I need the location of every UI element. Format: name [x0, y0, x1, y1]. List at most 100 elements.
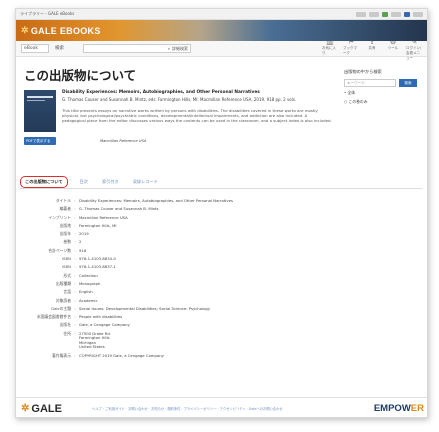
footer: ✲ GALE ヘルプ・ご利用ガイド · お問い合わせ · お知らせ · 規約条件…: [16, 397, 427, 417]
main-content: この出版物について PDFで表示する Disability Experience…: [16, 57, 427, 417]
book-info: Disability Experiences: Memoirs, Autobio…: [62, 90, 332, 123]
detail-separator: :: [74, 305, 76, 311]
detail-value: Farmington Hills, MI: [79, 222, 117, 228]
detail-key: 巻数: [63, 239, 71, 245]
publication-tabs: この出版物について 目次 索引付き 収録レコード: [20, 175, 422, 189]
detail-row: 出版社: Gale, a Cengage Company: [16, 321, 421, 329]
detail-separator: :: [74, 247, 76, 253]
publisher-logo: Macmillan Reference USA: [100, 139, 147, 143]
detail-row: Galeの主題: Social Issues: Developmental Dis…: [16, 305, 421, 313]
gale-header: ✲ GALE EBOOKS: [16, 20, 427, 41]
nav-label: お気に入り: [322, 45, 336, 55]
browser-tool[interactable]: [404, 11, 410, 17]
detail-separator: :: [74, 280, 76, 286]
detail-key: 出版社: [59, 322, 71, 328]
detail-value: 2: [79, 239, 82, 245]
detail-key: 著作権表示: [52, 352, 71, 358]
browser-tool[interactable]: [356, 11, 366, 17]
detail-row: 出版種類: Monograph: [16, 280, 421, 288]
book-cover-image[interactable]: [24, 90, 56, 132]
browser-url[interactable]: ライブラリー - GALE eBooks: [20, 11, 350, 17]
detail-key: タイトル: [55, 198, 71, 203]
detail-separator: :: [74, 289, 76, 295]
search-input[interactable]: ⌕ 詳細検索: [83, 44, 191, 53]
tab-index[interactable]: 索引付き: [100, 179, 121, 185]
detail-key: ISBN: [62, 256, 71, 262]
search-within-publication: 出版物の中から検索 キーワード 検索 • 全体 ○ この巻のみ: [344, 69, 420, 105]
gale-logo-text: GALE EBOOKS: [30, 25, 101, 36]
detail-row: タイトル: Disability Experiences: Memoirs, Au…: [16, 197, 421, 205]
advanced-search-link[interactable]: 詳細検索: [172, 46, 188, 52]
cover-subtitle-bar: [27, 100, 45, 101]
browser-tool[interactable]: [369, 11, 379, 17]
search-within-input[interactable]: キーワード: [344, 79, 396, 87]
tab-contents[interactable]: 目次: [78, 179, 90, 185]
detail-key: 対象読者: [55, 297, 71, 303]
detail-key: Galeの主題: [50, 305, 71, 311]
gale-mark-icon: ✲: [21, 403, 30, 414]
search-scope-select[interactable]: eBook: [21, 44, 49, 53]
detail-key: ISBN: [62, 264, 71, 270]
detail-value: 978-1-4103-8834-0: [79, 256, 116, 262]
app-window: ライブラリー - GALE eBooks ✲ GALE EBOOKS eBook…: [15, 8, 428, 418]
detail-value: Collection: [79, 272, 98, 278]
book-meta: G. Thomas Couser and Susannah B. Mintz, …: [62, 96, 297, 102]
detail-row: 出版年:2019: [16, 230, 421, 238]
empower-logo: EMPOWER: [374, 403, 424, 414]
page-title: この出版物について: [24, 68, 137, 83]
nav-label: ブックマーク: [343, 45, 357, 55]
detail-separator: :: [74, 214, 76, 220]
detail-key: 出版年: [59, 231, 71, 237]
detail-separator: :: [74, 352, 76, 358]
search-within-option-all[interactable]: • 全体: [344, 90, 420, 96]
detail-key: 出版地: [59, 222, 71, 228]
browser-tool[interactable]: [413, 11, 423, 17]
detail-value: Macmillan Reference USA: [79, 214, 128, 220]
detail-separator: :: [74, 322, 76, 328]
detail-row: 巻数:2: [16, 238, 421, 246]
detail-row: 編著者: G. Thomas Couser and Susannah B. Min…: [16, 205, 421, 213]
browser-tool[interactable]: [391, 11, 401, 17]
detail-row: 著作権表示: COPYRIGHT 2019 Gale, a Cengage Com…: [16, 352, 421, 360]
footer-gale-logo[interactable]: ✲ GALE: [21, 403, 62, 415]
empower-accent: ER: [410, 403, 424, 414]
detail-value: Academic: [79, 297, 98, 303]
detail-row: 米国議会図書館件名: People with disabilities: [16, 313, 421, 321]
search-mode-label[interactable]: 検索: [55, 44, 77, 53]
detail-separator: :: [74, 314, 76, 320]
detail-value: Monograph: [79, 280, 101, 286]
search-within-button[interactable]: 検索: [399, 79, 417, 87]
detail-row: 合計ページ数:918: [16, 247, 421, 255]
tab-about[interactable]: この出版物について: [20, 175, 68, 188]
detail-row: ISBN:978-1-4103-8834-0: [16, 255, 421, 263]
detail-value: G. Thomas Couser and Susannah B. Mintz: [79, 206, 159, 212]
detail-separator: :: [74, 330, 76, 336]
detail-separator: :: [74, 272, 76, 278]
nav-label: 共有: [368, 45, 376, 50]
detail-value: Gale, a Cengage Company: [79, 322, 130, 328]
detail-row: インプリント: Macmillan Reference USA: [16, 214, 421, 222]
detail-row: 対象読者: Academic: [16, 297, 421, 305]
view-pdf-button[interactable]: PDFで表示する: [24, 137, 56, 145]
browser-tool[interactable]: [382, 11, 388, 17]
cover-title-bar: [27, 96, 53, 98]
detail-key: 合計ページ数: [48, 247, 71, 253]
gale-ebooks-logo[interactable]: ✲ GALE EBOOKS: [21, 25, 101, 36]
browser-bar: ライブラリー - GALE eBooks: [16, 9, 427, 20]
search-icon[interactable]: ⌕: [168, 46, 170, 51]
detail-row: 言語: English: [16, 288, 421, 296]
detail-value: COPYRIGHT 2019 Gale, a Cengage Company: [79, 352, 164, 358]
detail-value: People with disabilities: [79, 314, 123, 320]
book-title: Disability Experiences: Memoirs, Autobio…: [62, 90, 260, 95]
publication-details: タイトル: Disability Experiences: Memoirs, Au…: [16, 197, 421, 360]
detail-key: 出版種類: [55, 280, 71, 286]
detail-key: 言語: [63, 289, 71, 295]
detail-separator: :: [74, 231, 76, 237]
footer-links[interactable]: ヘルプ・ご利用ガイド · お問い合わせ · お知らせ · 規約条件 · プライバ…: [92, 406, 283, 411]
tab-records[interactable]: 収録レコード: [131, 179, 160, 185]
empower-main: EMPOW: [373, 403, 411, 414]
detail-separator: :: [74, 239, 76, 245]
search-within-option-volume[interactable]: ○ この巻のみ: [344, 99, 420, 105]
detail-value: 27500 Drake Rd. Farmington Hills Michiga…: [79, 330, 111, 350]
detail-key: 米国議会図書館件名: [36, 314, 71, 320]
